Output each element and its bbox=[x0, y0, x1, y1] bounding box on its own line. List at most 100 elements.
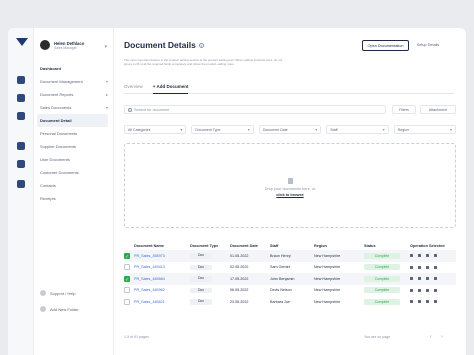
settings-icon[interactable] bbox=[418, 265, 421, 269]
view-icon[interactable] bbox=[410, 300, 413, 304]
row-checkbox[interactable] bbox=[124, 298, 130, 305]
sidebar-item-customer-documents[interactable]: Customer Documents bbox=[40, 166, 108, 179]
column-header-operation: Operation Selected bbox=[410, 243, 445, 248]
row-checkbox[interactable] bbox=[124, 264, 130, 271]
view-icon[interactable] bbox=[410, 254, 413, 258]
settings-icon[interactable] bbox=[17, 180, 25, 188]
column-header-status[interactable]: Status bbox=[364, 241, 410, 250]
sidebar-item-document-management[interactable]: Document Management ▾ bbox=[40, 75, 108, 88]
column-header-staff[interactable]: Staff bbox=[270, 241, 314, 250]
category-select[interactable]: All Categories bbox=[124, 125, 187, 134]
filters-button[interactable]: Filters bbox=[392, 105, 416, 114]
document-icon[interactable] bbox=[17, 112, 25, 120]
settings-icon[interactable] bbox=[418, 300, 421, 304]
help-icon bbox=[40, 290, 46, 296]
attachment-button[interactable]: Attachment bbox=[420, 105, 456, 114]
info-icon[interactable]: i bbox=[198, 43, 204, 49]
table-row[interactable]: ✓ PR_Sales_455973 Doc 01.05.2022 Braun H… bbox=[124, 250, 456, 262]
document-name[interactable]: PR_Sales_445621 bbox=[134, 296, 190, 308]
region-select[interactable]: Region bbox=[393, 125, 457, 134]
table-row[interactable]: ✓ PR_Sales_445684 Doc 17.05.2022 John Be… bbox=[124, 273, 456, 285]
page-title-text: Document Details bbox=[124, 40, 196, 50]
column-header-region[interactable]: Region bbox=[314, 241, 364, 250]
table-row[interactable]: PR_Sales_445621 Doc 23.05.2022 Barbara J… bbox=[124, 296, 456, 308]
file-dropzone[interactable]: Drop your documents here, or click to br… bbox=[124, 143, 456, 228]
sidebar-nav: Dashboard Document Management ▾ Document … bbox=[37, 62, 108, 205]
sidebar-item-label: Receipts bbox=[40, 196, 56, 201]
user-name: Helen Dethlaco bbox=[54, 40, 85, 46]
sidebar-item-label: User Documents bbox=[40, 157, 70, 162]
document-date-select[interactable]: Document Date bbox=[258, 125, 322, 134]
delete-icon[interactable] bbox=[434, 288, 437, 292]
staff-select[interactable]: Staff bbox=[326, 125, 389, 134]
filter-dropdowns: All Categories Document Type Document Da… bbox=[124, 125, 457, 134]
document-name[interactable]: PR_Sales_445684 bbox=[134, 273, 190, 285]
column-header-name[interactable]: Document Name bbox=[134, 241, 190, 250]
chevron-down-icon[interactable]: ▾ bbox=[104, 44, 107, 50]
document-icon bbox=[288, 178, 293, 184]
sidebar-item-sales-documents[interactable]: Sales Documents ▾ bbox=[40, 101, 108, 114]
dashboard-icon[interactable] bbox=[17, 76, 25, 84]
delete-icon[interactable] bbox=[434, 277, 437, 281]
column-header-type[interactable]: Document Type bbox=[190, 241, 230, 250]
browse-link[interactable]: click to browse bbox=[125, 193, 455, 197]
sidebar-item-document-reports[interactable]: Document Reports ▸ bbox=[40, 88, 108, 101]
add-folder-link[interactable]: Add New Folder bbox=[40, 306, 110, 312]
document-type-select[interactable]: Document Type bbox=[191, 125, 254, 134]
delete-icon[interactable] bbox=[434, 300, 437, 304]
region-name: New Hampshire bbox=[314, 273, 364, 285]
setup-details-button[interactable]: Setup Details bbox=[413, 40, 443, 51]
download-icon[interactable] bbox=[426, 254, 429, 258]
download-icon[interactable] bbox=[426, 277, 429, 281]
sidebar-item-receipts[interactable]: Receipts bbox=[40, 192, 108, 205]
view-icon[interactable] bbox=[410, 277, 413, 281]
folder-icon[interactable] bbox=[17, 160, 25, 168]
document-name[interactable]: PR_Sales_445962 bbox=[134, 285, 190, 297]
download-icon[interactable] bbox=[426, 300, 429, 304]
settings-icon[interactable] bbox=[418, 277, 421, 281]
tab-overview[interactable]: Overview bbox=[124, 84, 143, 94]
type-pill: Doc bbox=[190, 253, 212, 259]
tab-add-document[interactable]: + Add Document bbox=[152, 84, 189, 94]
delete-icon[interactable] bbox=[434, 265, 437, 269]
row-checkbox[interactable]: ✓ bbox=[124, 252, 130, 259]
table-row[interactable]: PR_Sales_449413 Doc 02.05.2022 Sam Gemin… bbox=[124, 262, 456, 274]
settings-icon[interactable] bbox=[418, 288, 421, 292]
staff-name: Braun Henry bbox=[270, 250, 314, 262]
user-profile[interactable]: Helen Dethlaco Sales Manager bbox=[40, 40, 84, 50]
document-name[interactable]: PR_Sales_455973 bbox=[134, 250, 190, 262]
search-input[interactable]: Search for document bbox=[124, 105, 386, 114]
download-icon[interactable] bbox=[426, 265, 429, 269]
status-badge: Complete bbox=[364, 287, 400, 294]
settings-icon[interactable] bbox=[418, 254, 421, 258]
chart-icon[interactable] bbox=[17, 94, 25, 102]
row-checkbox[interactable]: ✓ bbox=[124, 275, 130, 282]
staff-name: John Benjamin bbox=[270, 273, 314, 285]
region-name: New Hampshire bbox=[314, 288, 341, 293]
row-checkbox[interactable] bbox=[124, 287, 130, 294]
open-documentation-button[interactable]: Open Documentation bbox=[362, 40, 409, 51]
grid-icon[interactable] bbox=[17, 142, 25, 150]
delete-icon[interactable] bbox=[434, 254, 437, 258]
document-name[interactable]: PR_Sales_449413 bbox=[134, 262, 190, 274]
support-link[interactable]: Support / Help bbox=[40, 290, 110, 296]
region-name: New Hampshire bbox=[314, 250, 364, 262]
table-row[interactable]: PR_Sales_445962 Doc 06.05.2022 Devis Nel… bbox=[124, 285, 456, 297]
sidebar-item-label: Contacts bbox=[40, 183, 56, 188]
documents-table: Document Name Document Type Document Dat… bbox=[124, 241, 456, 308]
column-header-date[interactable]: Document Date bbox=[230, 241, 270, 250]
sidebar-item-supplier-documents[interactable]: Supplier Documents bbox=[40, 140, 108, 153]
sidebar-item-document-detail[interactable]: Document Detail bbox=[37, 114, 108, 127]
sidebar-item-dashboard[interactable]: Dashboard bbox=[40, 62, 108, 75]
main-content: Document Details i Open Documentation Set… bbox=[114, 28, 466, 355]
sidebar-item-personal-documents[interactable]: Personal Documents bbox=[40, 127, 108, 140]
view-icon[interactable] bbox=[410, 288, 413, 292]
row-operations bbox=[410, 254, 456, 258]
view-icon[interactable] bbox=[410, 265, 413, 269]
sidebar-item-contacts[interactable]: Contacts bbox=[40, 179, 108, 192]
sidebar-item-label: Personal Documents bbox=[40, 131, 78, 136]
status-badge: Complete bbox=[364, 264, 400, 271]
pagination-arrows[interactable]: ‹ › bbox=[430, 334, 447, 340]
sidebar-item-user-documents[interactable]: User Documents bbox=[40, 153, 108, 166]
download-icon[interactable] bbox=[426, 288, 429, 292]
